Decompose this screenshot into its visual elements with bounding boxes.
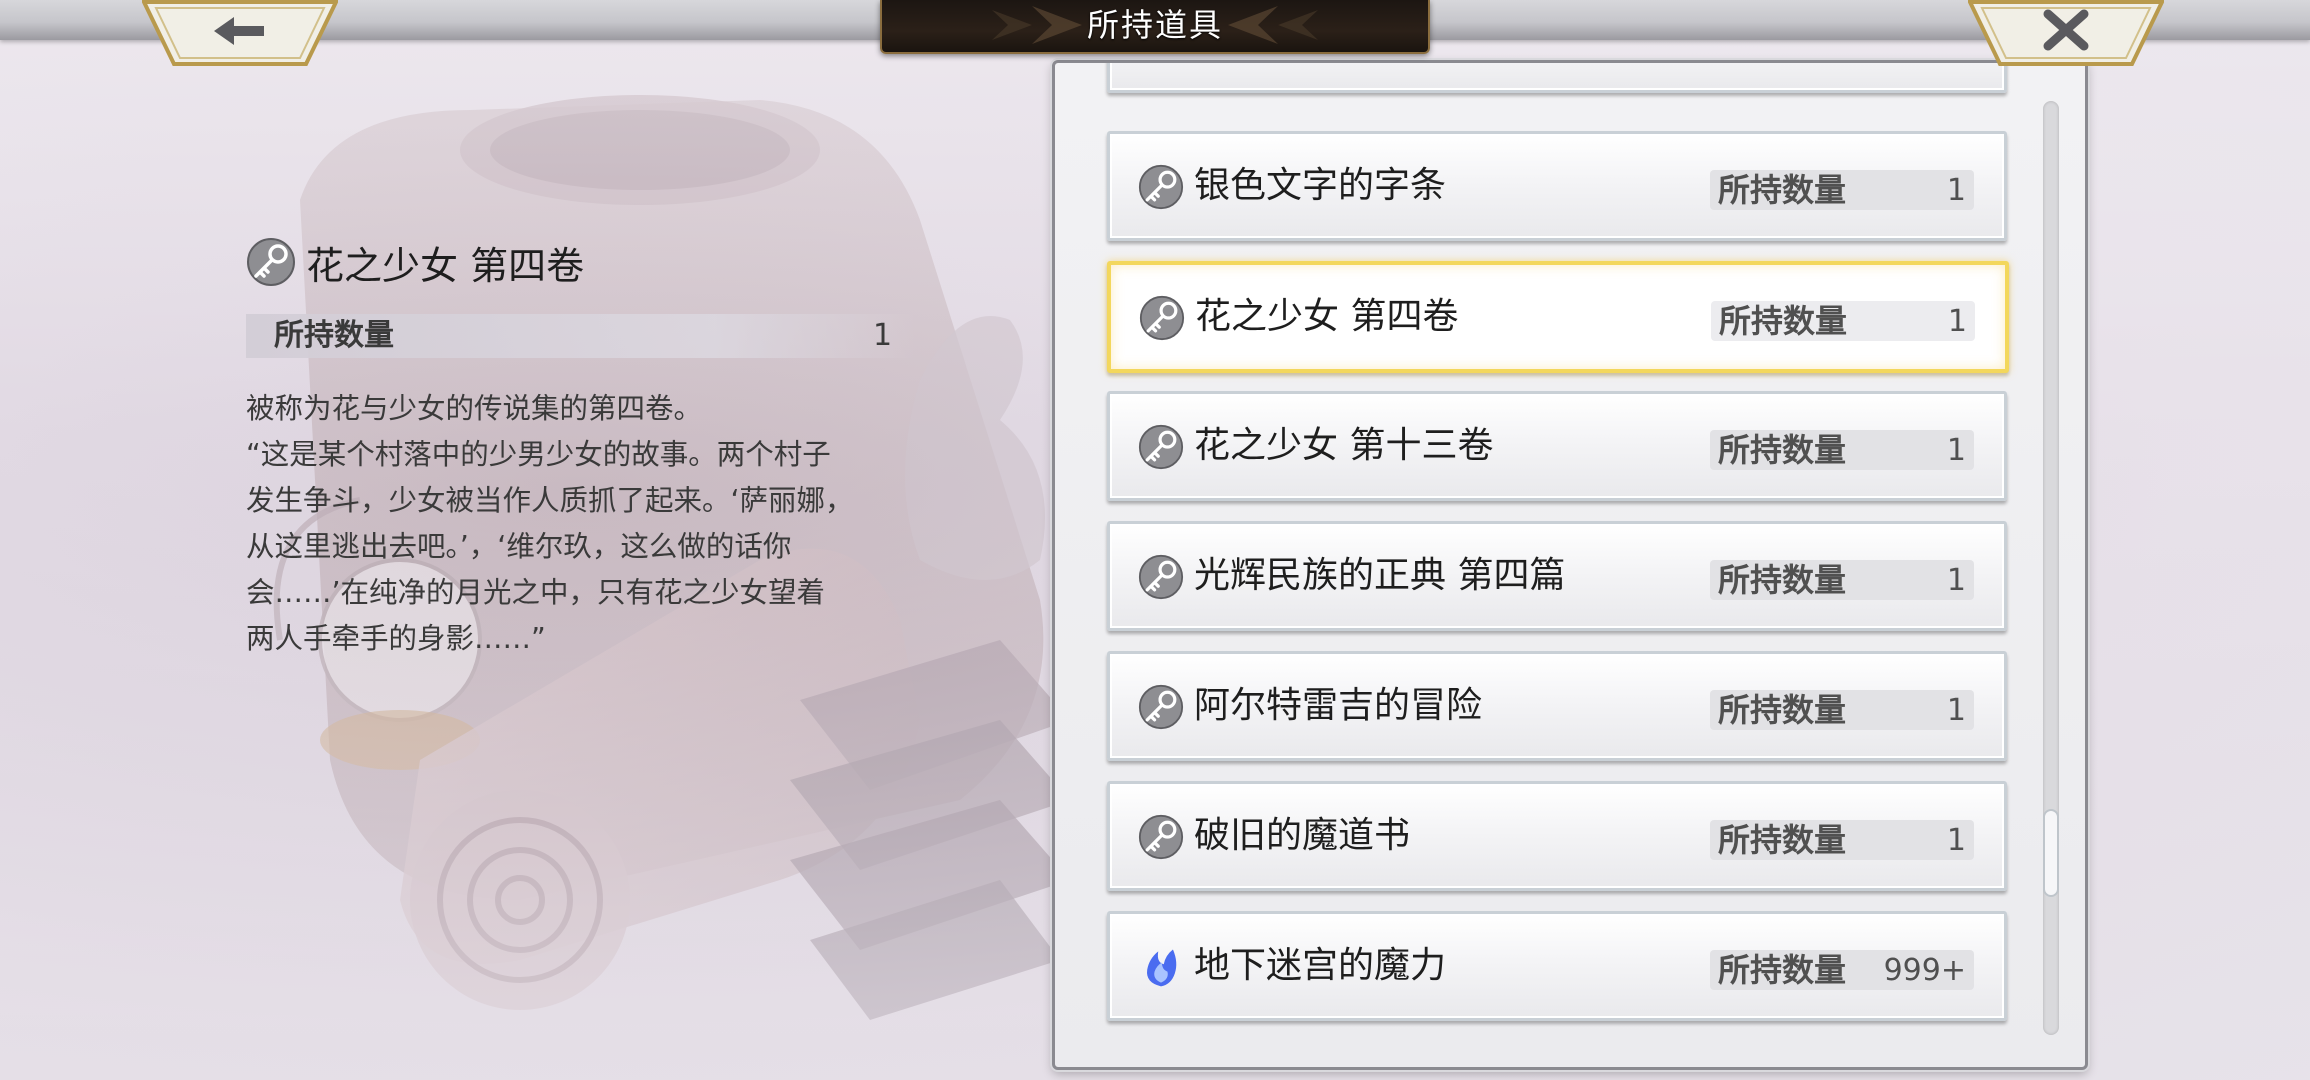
- title-plate: 所持道具: [880, 0, 1430, 54]
- list-item-quantity-value: 1: [1946, 563, 1966, 598]
- key-icon: [1138, 424, 1184, 470]
- arrow-left-icon: [142, 0, 338, 66]
- item-detail: 花之少女 第四卷 所持数量 1 被称为花与少女的传说集的第四卷。 “这是某个村落…: [246, 232, 926, 662]
- list-item-quantity: 所持数量 999+: [1710, 950, 1974, 990]
- detail-item-name: 花之少女 第四卷: [306, 243, 585, 288]
- list-item-partial[interactable]: [1107, 63, 2007, 93]
- list-item[interactable]: 地下迷宫的魔力 所持数量 999+: [1107, 911, 2007, 1021]
- list-item-quantity-value: 1: [1946, 693, 1966, 728]
- list-item-name: 破旧的魔道书: [1194, 815, 1411, 856]
- list-item-quantity-value: 1: [1946, 433, 1966, 468]
- list-item-quantity-label: 所持数量: [1718, 821, 1847, 859]
- list-item-quantity-value: 999+: [1883, 953, 1966, 988]
- list-item[interactable]: 银色文字的字条 所持数量 1: [1107, 131, 2007, 241]
- list-item[interactable]: 花之少女 第四卷 所持数量 1: [1107, 261, 2009, 373]
- list-item-quantity-value: 1: [1946, 173, 1966, 208]
- list-item-quantity-label: 所持数量: [1718, 171, 1847, 209]
- list-item-name: 光辉民族的正典 第四篇: [1194, 555, 1566, 596]
- detail-description: 被称为花与少女的传说集的第四卷。 “这是某个村落中的少男少女的故事。两个村子 发…: [246, 392, 854, 655]
- key-icon: [1138, 554, 1184, 600]
- detail-quantity-label: 所持数量: [274, 318, 394, 353]
- list-item-quantity-value: 1: [1947, 304, 1967, 339]
- list-item-quantity: 所持数量 1: [1710, 560, 1974, 600]
- key-icon: [1138, 164, 1184, 210]
- detail-header: 花之少女 第四卷: [246, 232, 926, 292]
- detail-quantity-value: 1: [873, 318, 893, 353]
- key-icon: [1138, 684, 1184, 730]
- list-item[interactable]: 花之少女 第十三卷 所持数量 1: [1107, 391, 2007, 501]
- page-title: 所持道具: [1086, 6, 1223, 44]
- back-button[interactable]: [142, 0, 338, 66]
- close-button[interactable]: [1968, 0, 2164, 66]
- list-item[interactable]: 光辉民族的正典 第四篇 所持数量 1: [1107, 521, 2007, 631]
- detail-quantity-bar: 所持数量 1: [246, 314, 916, 358]
- list-item-quantity: 所持数量 1: [1710, 820, 1974, 860]
- list-item-name: 地下迷宫的魔力: [1194, 945, 1447, 986]
- list-item-quantity: 所持数量 1: [1710, 170, 1974, 210]
- scrollbar-thumb[interactable]: [2043, 809, 2059, 897]
- list-item-quantity: 所持数量 1: [1710, 430, 1974, 470]
- list-item[interactable]: 阿尔特雷吉的冒险 所持数量 1: [1107, 651, 2007, 761]
- list-item-quantity-label: 所持数量: [1718, 431, 1847, 469]
- list-item[interactable]: 破旧的魔道书 所持数量 1: [1107, 781, 2007, 891]
- list-item-quantity: 所持数量 1: [1711, 301, 1975, 341]
- list-item-quantity: 所持数量 1: [1710, 690, 1974, 730]
- list-item-name: 花之少女 第十三卷: [1194, 425, 1494, 466]
- item-list[interactable]: 银色文字的字条 所持数量 1 花之少女 第四卷 所持数量 1 花之少女 第十三卷 所持数量 1 光…: [1055, 63, 2085, 1067]
- list-item-quantity-label: 所持数量: [1719, 302, 1848, 340]
- item-list-panel[interactable]: 银色文字的字条 所持数量 1 花之少女 第四卷 所持数量 1 花之少女 第十三卷 所持数量 1 光…: [1052, 60, 2088, 1070]
- close-x-icon: [1968, 0, 2164, 66]
- key-icon: [1139, 295, 1185, 341]
- list-item-name: 阿尔特雷吉的冒险: [1194, 685, 1483, 726]
- list-item-name: 银色文字的字条: [1194, 165, 1447, 206]
- key-icon: [247, 238, 295, 286]
- list-item-quantity-label: 所持数量: [1718, 951, 1847, 989]
- blue-flame-icon: [1147, 949, 1177, 987]
- list-item-quantity-label: 所持数量: [1718, 691, 1847, 729]
- list-item-name: 花之少女 第四卷: [1195, 296, 1459, 337]
- list-item-quantity-label: 所持数量: [1718, 561, 1847, 599]
- key-icon: [1138, 814, 1184, 860]
- list-item-quantity-value: 1: [1946, 823, 1966, 858]
